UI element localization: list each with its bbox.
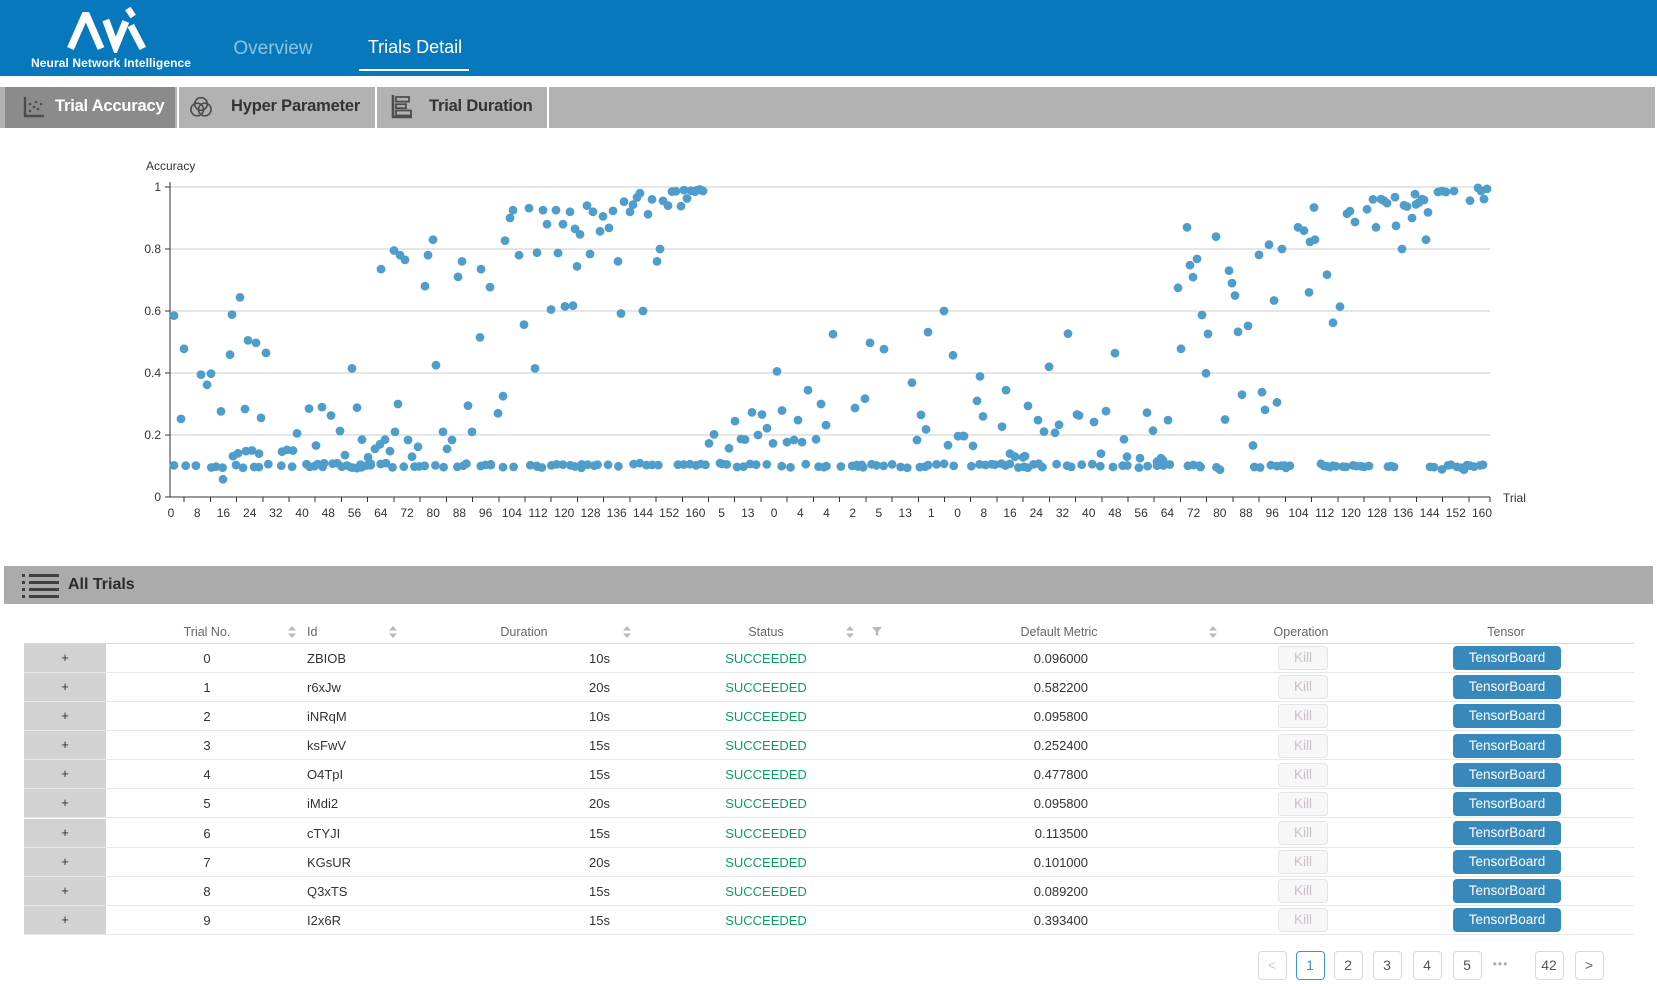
svg-text:Trial: Trial <box>1503 491 1526 505</box>
svg-text:136: 136 <box>1393 506 1413 520</box>
svg-text:0.8: 0.8 <box>144 242 161 256</box>
svg-text:48: 48 <box>1108 506 1122 520</box>
svg-text:2: 2 <box>849 506 856 520</box>
svg-text:24: 24 <box>243 506 257 520</box>
svg-text:152: 152 <box>1446 506 1466 520</box>
svg-text:40: 40 <box>295 506 309 520</box>
svg-text:0: 0 <box>168 506 175 520</box>
svg-text:160: 160 <box>1472 506 1492 520</box>
svg-text:40: 40 <box>1082 506 1096 520</box>
svg-text:128: 128 <box>580 506 600 520</box>
svg-text:80: 80 <box>1213 506 1227 520</box>
svg-text:152: 152 <box>659 506 679 520</box>
svg-text:120: 120 <box>1341 506 1361 520</box>
svg-text:1: 1 <box>154 180 161 194</box>
svg-text:0: 0 <box>771 506 778 520</box>
svg-text:144: 144 <box>633 506 653 520</box>
svg-text:56: 56 <box>348 506 362 520</box>
svg-text:8: 8 <box>194 506 201 520</box>
svg-text:64: 64 <box>374 506 388 520</box>
svg-text:0.4: 0.4 <box>144 366 161 380</box>
svg-text:32: 32 <box>1056 506 1070 520</box>
svg-text:5: 5 <box>718 506 725 520</box>
svg-text:144: 144 <box>1420 506 1440 520</box>
svg-text:24: 24 <box>1030 506 1044 520</box>
svg-text:88: 88 <box>1239 506 1253 520</box>
svg-text:1: 1 <box>928 506 935 520</box>
svg-text:136: 136 <box>607 506 627 520</box>
svg-text:0.2: 0.2 <box>144 428 161 442</box>
svg-text:48: 48 <box>322 506 336 520</box>
svg-text:0: 0 <box>954 506 961 520</box>
svg-text:8: 8 <box>980 506 987 520</box>
svg-text:80: 80 <box>427 506 441 520</box>
svg-text:16: 16 <box>217 506 231 520</box>
svg-text:4: 4 <box>797 506 804 520</box>
svg-text:4: 4 <box>823 506 830 520</box>
svg-text:72: 72 <box>400 506 414 520</box>
svg-text:120: 120 <box>554 506 574 520</box>
svg-text:72: 72 <box>1187 506 1201 520</box>
svg-text:5: 5 <box>876 506 883 520</box>
svg-text:112: 112 <box>1315 506 1334 520</box>
svg-text:13: 13 <box>741 506 755 520</box>
svg-text:32: 32 <box>269 506 283 520</box>
svg-text:88: 88 <box>453 506 467 520</box>
svg-text:64: 64 <box>1161 506 1175 520</box>
svg-text:16: 16 <box>1003 506 1017 520</box>
svg-text:104: 104 <box>502 506 522 520</box>
svg-text:Accuracy: Accuracy <box>146 159 195 173</box>
svg-text:56: 56 <box>1134 506 1148 520</box>
svg-text:104: 104 <box>1288 506 1308 520</box>
svg-text:96: 96 <box>479 506 493 520</box>
svg-text:128: 128 <box>1367 506 1387 520</box>
svg-text:0: 0 <box>154 490 161 504</box>
svg-text:13: 13 <box>899 506 913 520</box>
svg-text:160: 160 <box>685 506 705 520</box>
svg-text:96: 96 <box>1266 506 1280 520</box>
svg-text:0.6: 0.6 <box>144 304 161 318</box>
svg-text:112: 112 <box>529 506 548 520</box>
